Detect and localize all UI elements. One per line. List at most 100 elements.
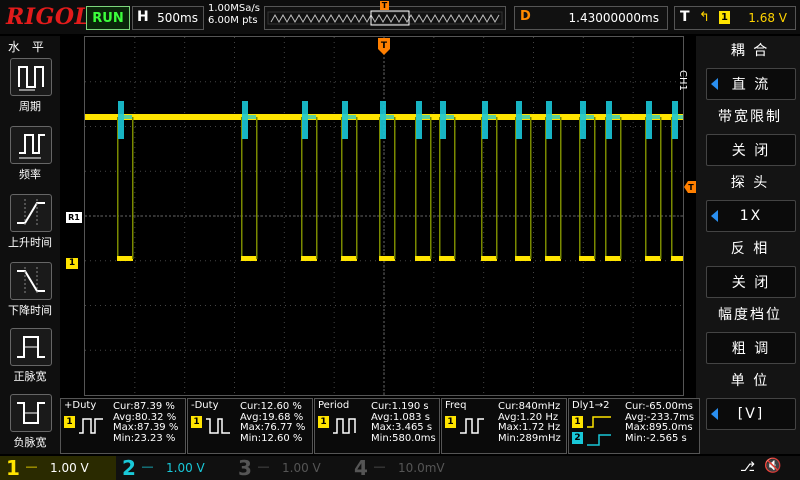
ch2-trace [348,115,356,119]
invert-title: 反 相 [730,241,770,257]
measurement-period[interactable]: Period 1 Cur:1.190 s Avg:1.083 s Max:3.4… [314,398,440,454]
ch1-rising-edge [530,117,532,259]
timebase-label: H [137,9,149,25]
measurement-positive-duty[interactable]: +Duty 1 Cur:87.39 % Avg:80.32 % Max:87.3… [60,398,186,454]
measurement-max: Max:1.72 Hz [498,422,561,433]
measurement-values: Cur:12.60 % Avg:19.68 % Max:76.77 % Min:… [240,401,305,444]
run-stop-indicator[interactable]: RUN [86,6,130,30]
ch1-rising-edge [430,117,432,259]
channel-2-badge: 2 [572,432,583,444]
measure-panel-title: 水 平 [8,40,48,54]
ch4-status[interactable]: 4 ― 10.0mV [348,456,464,480]
ch1-rising-edge [496,117,498,259]
reference-marker[interactable]: R1 [66,212,82,223]
ch1-rising-edge [620,117,622,259]
trigger-level-marker[interactable]: T [684,181,696,193]
ch1-low-pulse [515,256,531,261]
sample-rate: 1.00MSa/s [208,3,260,14]
positive-width-label: 正脉宽 [13,370,47,383]
ch1-low-pulse [415,256,431,261]
ch1-rising-edge [394,117,396,259]
delay-icon [587,416,611,446]
frequency-measure-button[interactable] [10,126,52,164]
ch2-number: 2 [122,456,136,480]
waveform-display[interactable] [84,36,688,396]
ch2-pulse [516,101,522,139]
left-arrow-icon [711,408,718,420]
usb-icon: ⎇ [740,460,755,475]
ch2-trace [552,115,560,119]
measurement-current: Cur:87.39 % [113,401,175,412]
trigger-position-marker: T [380,1,389,10]
volts-scale-button[interactable]: 粗 调 [706,332,796,364]
ch1-rising-edge [660,117,662,259]
channel-badge: 1 [318,416,329,428]
bandwidth-limit-button[interactable]: 关 闭 [706,134,796,166]
ch2-pulse [380,101,386,139]
positive-width-measure-button[interactable] [10,328,52,366]
measurement-negative-duty[interactable]: -Duty 1 Cur:12.60 % Avg:19.68 % Max:76.7… [187,398,313,454]
invert-button[interactable]: 关 闭 [706,266,796,298]
unit-button[interactable]: [V] [706,398,796,430]
measurement-min: Min:12.60 % [240,432,303,444]
measurement-values: Cur:-65.00ms Avg:-233.7ms Max:895.0ms Mi… [625,401,694,444]
left-arrow-icon [711,210,718,222]
measurement-values: Cur:840mHz Avg:1.20 Hz Max:1.72 Hz Min:2… [498,401,561,444]
measurement-delay[interactable]: Dly1→2 1 2 Cur:-65.00ms Avg:-233.7ms Max… [568,398,700,454]
ch1-offset-marker[interactable]: 1 [66,258,78,269]
ch1-rising-edge [454,117,456,259]
acquisition-info: 1.00MSa/s 6.00M pts [208,3,260,27]
bandwidth-limit-value: 关 闭 [731,143,771,159]
ch2-pulse [302,101,308,139]
delay-box[interactable]: D 1.43000000ms [514,6,668,30]
negative-width-measure-button[interactable] [10,394,52,432]
ch2-trace [612,115,620,119]
measurement-frequency[interactable]: Freq 1 Cur:840mHz Avg:1.20 Hz Max:1.72 H… [441,398,567,454]
ch2-pulse [546,101,552,139]
probe-button[interactable]: 1X [706,200,796,232]
measurement-title: Period [318,400,350,411]
trigger-box[interactable]: T ↰ 1 1.68 V [674,6,796,30]
speaker-mute-icon[interactable]: 🔇 [764,458,781,474]
period-icon [18,66,44,91]
ch2-trace [678,115,686,119]
positive-width-icon [17,336,45,358]
measurement-title: -Duty [191,400,219,411]
svg-text:T: T [381,41,388,51]
measurement-title: Dly1→2 [572,400,610,411]
positive-duty-icon [79,418,103,434]
timebase-value: 500ms [157,11,198,25]
measurement-max: Max:895.0ms [625,422,693,433]
timebase-box[interactable]: H 500ms [132,6,204,30]
unit-value: [V] [737,406,765,422]
bandwidth-limit-title: 带宽限制 [718,109,782,125]
ch1-rising-edge [316,117,318,259]
rise-time-measure-button[interactable] [10,194,52,232]
ch2-status[interactable]: 2 ― 1.00 V [116,456,232,480]
ch2-trace [386,115,394,119]
dc-coupling-icon: ― [26,460,37,473]
measurement-max: Max:87.39 % [113,422,179,433]
ch2-scale: 1.00 V [166,461,205,475]
probe-value: 1X [739,208,763,224]
period-measure-button[interactable] [10,58,52,96]
svg-text:T: T [688,183,694,192]
dc-coupling-icon: ― [142,460,153,473]
frequency-icon [460,418,484,434]
ch3-status[interactable]: 3 ― 1.00 V [232,456,348,480]
negative-width-icon [17,402,45,424]
fall-time-measure-button[interactable] [10,262,52,300]
coupling-button[interactable]: 直 流 [706,68,796,100]
ch1-low-pulse [341,256,357,261]
trigger-label: T [680,9,690,25]
measurement-title: Freq [445,400,467,411]
ch1-status[interactable]: 1 ― 1.00 V [0,456,116,480]
channel-badge: 1 [572,416,583,428]
ch2-trace [446,115,454,119]
ch2-trace [248,115,256,119]
ch1-low-pulse [605,256,621,261]
channel-badge: 1 [445,416,456,428]
waveform-overview-trace [267,10,503,26]
ch2-pulse [580,101,586,139]
rise-time-label: 上升时间 [8,236,52,249]
